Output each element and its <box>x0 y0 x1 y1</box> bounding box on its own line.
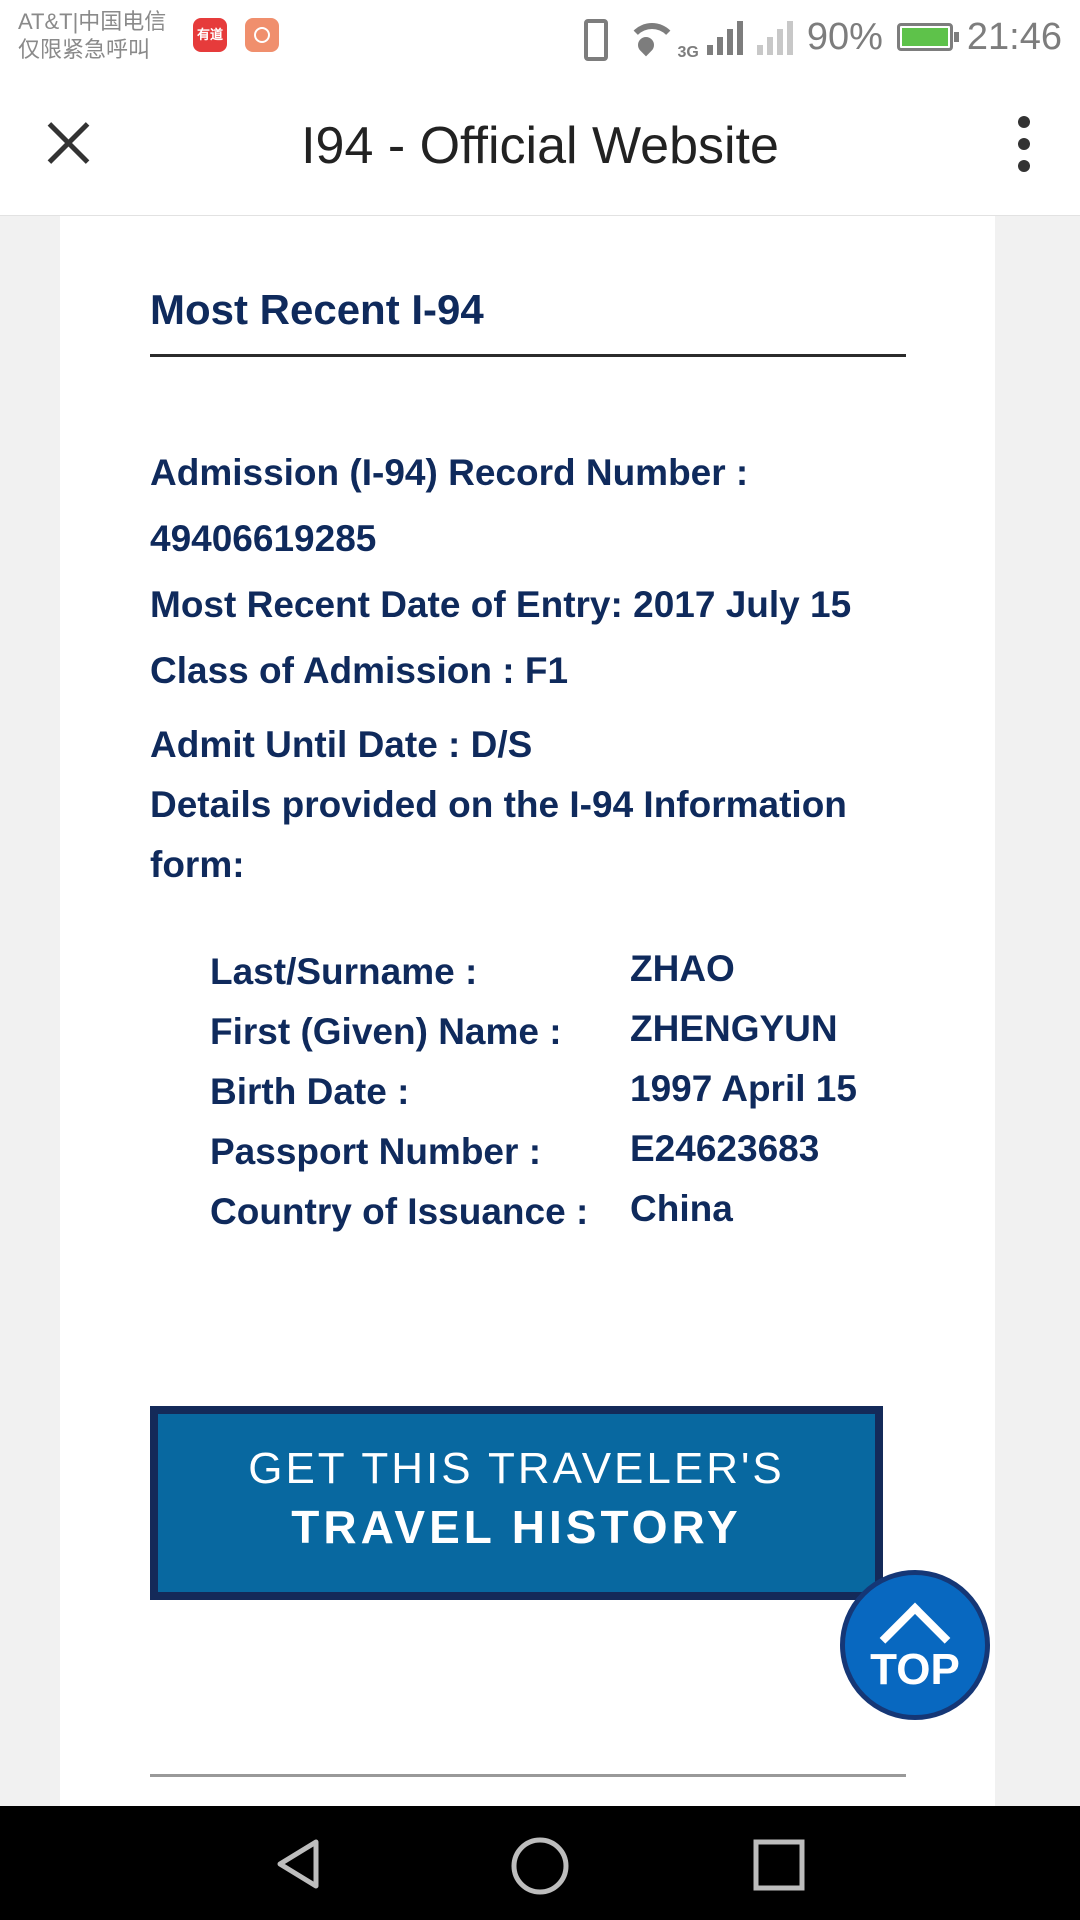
section-title: Most Recent I-94 <box>150 286 484 333</box>
carrier-name: AT&T|中国电信 <box>18 9 167 34</box>
clock: 21:46 <box>966 15 1062 58</box>
vibrate-icon <box>574 17 610 61</box>
detail-value: E24623683 <box>630 1128 820 1169</box>
recent-apps-icon[interactable] <box>752 1838 806 1892</box>
record-number-label: Admission (I-94) Record Number : <box>150 452 749 493</box>
status-icons: 3G 90% 21:46 <box>574 12 1062 62</box>
network-type-label: 3G <box>677 44 699 61</box>
battery-icon <box>896 23 959 51</box>
detail-value: China <box>630 1188 733 1229</box>
bottom-divider <box>150 1774 906 1777</box>
home-icon[interactable] <box>510 1836 570 1896</box>
emergency-only-text: 仅限紧急呼叫 <box>18 37 151 62</box>
admit-until: Admit Until Date : D/S <box>150 724 533 765</box>
signal-no-service-icon <box>756 19 793 55</box>
youdao-app-icon: 有道 <box>193 18 227 52</box>
detail-label: Country of Issuance : <box>210 1191 589 1232</box>
back-to-top-button[interactable]: TOP <box>840 1570 990 1720</box>
record-number-value: 49406619285 <box>150 518 377 559</box>
travel-history-button-line2: TRAVEL HISTORY <box>291 1501 742 1553</box>
carrier-info: AT&T|中国电信 仅限紧急呼叫 <box>18 8 166 64</box>
signal-icon <box>706 19 743 55</box>
class-of-admission: Class of Admission : F1 <box>150 650 569 691</box>
detail-label: First (Given) Name : <box>210 1011 562 1052</box>
detail-value: ZHENGYUN <box>630 1008 838 1049</box>
page-title: I94 - Official Website <box>301 117 779 175</box>
title-divider <box>150 354 906 357</box>
detail-label: Last/Surname : <box>210 951 478 992</box>
notification-app-icon <box>245 18 279 52</box>
wifi-icon <box>624 17 678 57</box>
detail-label: Birth Date : <box>210 1071 410 1112</box>
back-to-top-label: TOP <box>870 1645 960 1694</box>
travel-history-button[interactable]: GET THIS TRAVELER'S TRAVEL HISTORY <box>150 1406 883 1600</box>
status-bar: AT&T|中国电信 仅限紧急呼叫 有道 3G 90% 21:46 <box>0 0 1080 80</box>
more-vert-icon[interactable] <box>1006 116 1042 172</box>
details-heading: Details provided on the I-94 Information… <box>150 784 847 885</box>
detail-value: ZHAO <box>630 948 735 989</box>
app-bar: I94 - Official Website <box>0 80 1080 216</box>
battery-percent: 90% <box>806 15 883 58</box>
entry-date: Most Recent Date of Entry: 2017 July 15 <box>150 584 852 625</box>
travel-history-button-line1: GET THIS TRAVELER'S <box>248 1444 785 1493</box>
content-card: Most Recent I-94 Admission (I-94) Record… <box>60 216 995 1806</box>
system-nav-bar <box>0 1806 1080 1920</box>
detail-value: 1997 April 15 <box>630 1068 857 1109</box>
detail-label: Passport Number : <box>210 1131 542 1172</box>
